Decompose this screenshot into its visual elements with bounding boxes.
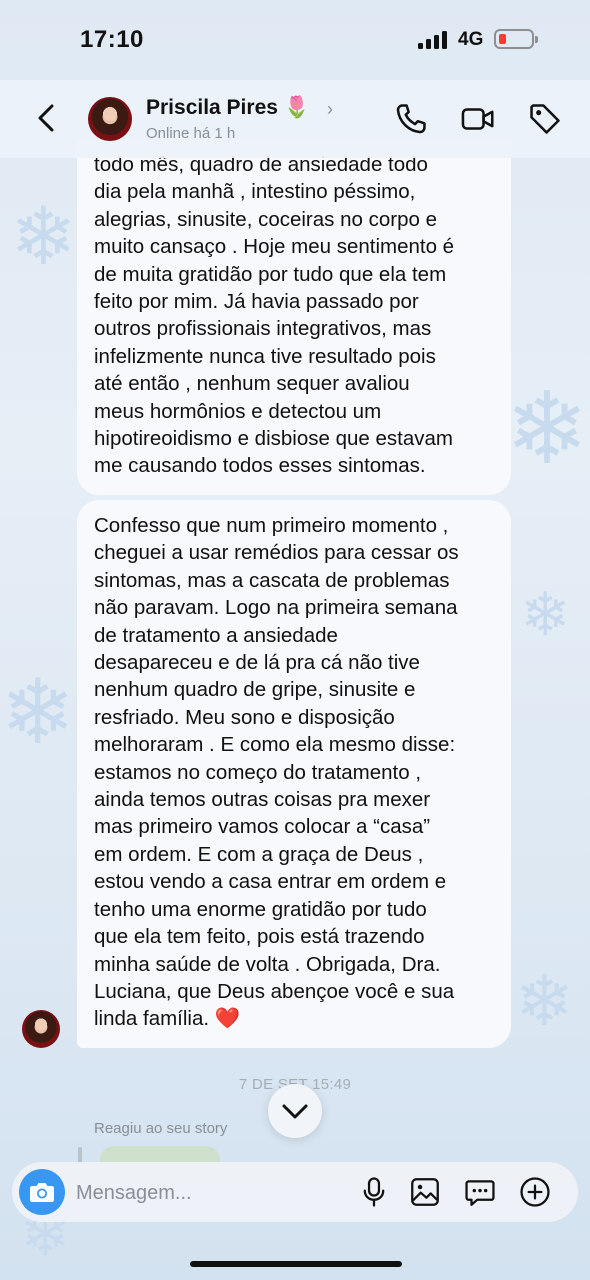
message-composer: [12, 1162, 578, 1222]
message-bubble[interactable]: Confesso que num primeiro momento , cheg…: [77, 500, 511, 1048]
camera-button[interactable]: [19, 1169, 65, 1215]
network-type: 4G: [458, 29, 484, 50]
story-reaction-label: Reagiu ao seu story: [94, 1120, 228, 1137]
back-icon[interactable]: [30, 100, 66, 136]
message-bubble[interactable]: todo mês, quadro de ansiedade todo dia p…: [77, 140, 511, 495]
camera-icon: [30, 1183, 54, 1202]
home-indicator: [190, 1261, 402, 1267]
snowflake-decoration: ❄: [520, 580, 571, 650]
sticker-chat-icon[interactable]: [463, 1175, 497, 1209]
scroll-to-bottom-button[interactable]: [268, 1084, 322, 1138]
chevron-down-icon: [282, 1104, 308, 1119]
contact-online-status: Online há 1 h: [146, 125, 236, 142]
gallery-icon[interactable]: [408, 1175, 442, 1209]
microphone-icon[interactable]: [357, 1175, 391, 1209]
video-camera-icon[interactable]: [459, 100, 497, 138]
snowflake-decoration: ❄: [505, 370, 589, 487]
snowflake-decoration: ❄: [515, 960, 574, 1042]
plus-icon[interactable]: [518, 1175, 552, 1209]
chevron-right-icon[interactable]: ›: [327, 99, 333, 120]
message-input[interactable]: [76, 1180, 346, 1206]
status-bar: 17:10 4G: [0, 0, 590, 80]
snowflake-decoration: ❄: [10, 190, 78, 283]
signal-icon: [418, 31, 448, 49]
snowflake-decoration: ❄: [0, 660, 76, 765]
battery-icon: [494, 29, 538, 49]
phone-icon[interactable]: [392, 100, 430, 138]
tag-icon[interactable]: [526, 100, 564, 138]
contact-name[interactable]: Priscila Pires 🌷: [146, 96, 310, 120]
chat-header: Priscila Pires 🌷 › Online há 1 h: [0, 80, 590, 158]
status-time: 17:10: [80, 26, 144, 53]
contact-avatar[interactable]: [88, 97, 132, 141]
sender-avatar[interactable]: [22, 1010, 60, 1048]
